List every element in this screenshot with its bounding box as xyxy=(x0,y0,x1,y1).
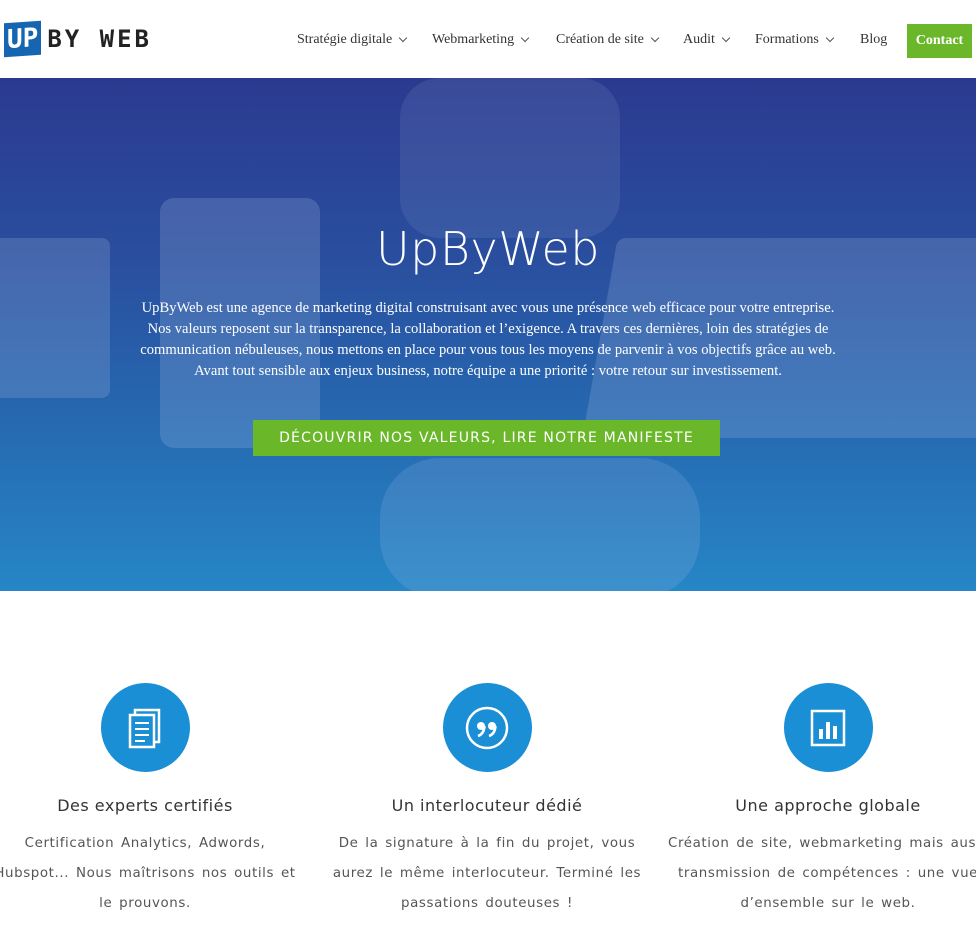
nav-item-strategie-digitale[interactable]: Stratégie digitale xyxy=(297,24,408,56)
feature-approche: Une approche globale Création de site, w… xyxy=(668,683,976,919)
feature-text: Création de site, webmarketing mais auss… xyxy=(668,836,976,911)
feature-text: Certification Analytics, Adwords, Hubspo… xyxy=(0,836,296,911)
nav-item-label: Stratégie digitale xyxy=(297,32,393,47)
site-header: UP BY WEB Stratégie digitale Webmarketin… xyxy=(0,0,976,78)
chevron-down-icon xyxy=(520,33,530,43)
feature-text: De la signature à la fin du projet, vous… xyxy=(332,836,642,911)
hero-title: UpByWeb xyxy=(376,222,600,276)
document-icon xyxy=(128,708,161,748)
feature-experts: Des experts certifiés Certification Anal… xyxy=(0,683,305,919)
feature-interlocuteur: Un interlocuteur dédié De la signature à… xyxy=(327,683,647,919)
quote-icon xyxy=(465,706,509,749)
feature-title: Des experts certifiés xyxy=(57,796,233,815)
nav-item-formations[interactable]: Formations xyxy=(755,24,835,56)
nav-item-blog[interactable]: Blog xyxy=(860,24,887,56)
hero-background-shape xyxy=(400,78,620,238)
nav-item-webmarketing[interactable]: Webmarketing xyxy=(432,24,530,56)
chevron-down-icon xyxy=(721,33,731,43)
chevron-down-icon xyxy=(399,33,408,43)
logo-mark: UP xyxy=(4,20,42,58)
nav-item-label: Formations xyxy=(755,32,819,47)
feature-icon-circle xyxy=(100,683,190,772)
nav-item-label: Blog xyxy=(860,32,888,47)
logo[interactable]: UP BY WEB xyxy=(4,20,152,58)
chevron-down-icon xyxy=(825,33,835,43)
bar-chart-icon xyxy=(810,709,846,746)
manifesto-button[interactable]: DÉCOUVRIR NOS VALEURS, LIRE NOTRE MANIFE… xyxy=(253,420,720,456)
nav-item-creation-de-site[interactable]: Création de site xyxy=(556,24,660,56)
contact-button[interactable]: Contact xyxy=(907,24,972,58)
nav-item-label: Création de site xyxy=(556,32,644,47)
feature-icon-circle xyxy=(783,683,873,772)
hero-background-shape xyxy=(380,458,700,591)
logo-text: BY WEB xyxy=(47,25,153,53)
feature-title: Une approche globale xyxy=(735,796,921,815)
feature-title: Un interlocuteur dédié xyxy=(391,796,583,815)
hero-banner: UpByWeb UpByWeb est une agence de market… xyxy=(0,78,976,591)
nav-item-audit[interactable]: Audit xyxy=(683,24,731,56)
feature-icon-circle xyxy=(442,683,532,772)
chevron-down-icon xyxy=(650,33,660,43)
hero-description: UpByWeb est une agence de marketing digi… xyxy=(140,300,836,379)
nav-item-label: Webmarketing xyxy=(432,32,515,47)
nav-item-label: Audit xyxy=(683,32,715,47)
